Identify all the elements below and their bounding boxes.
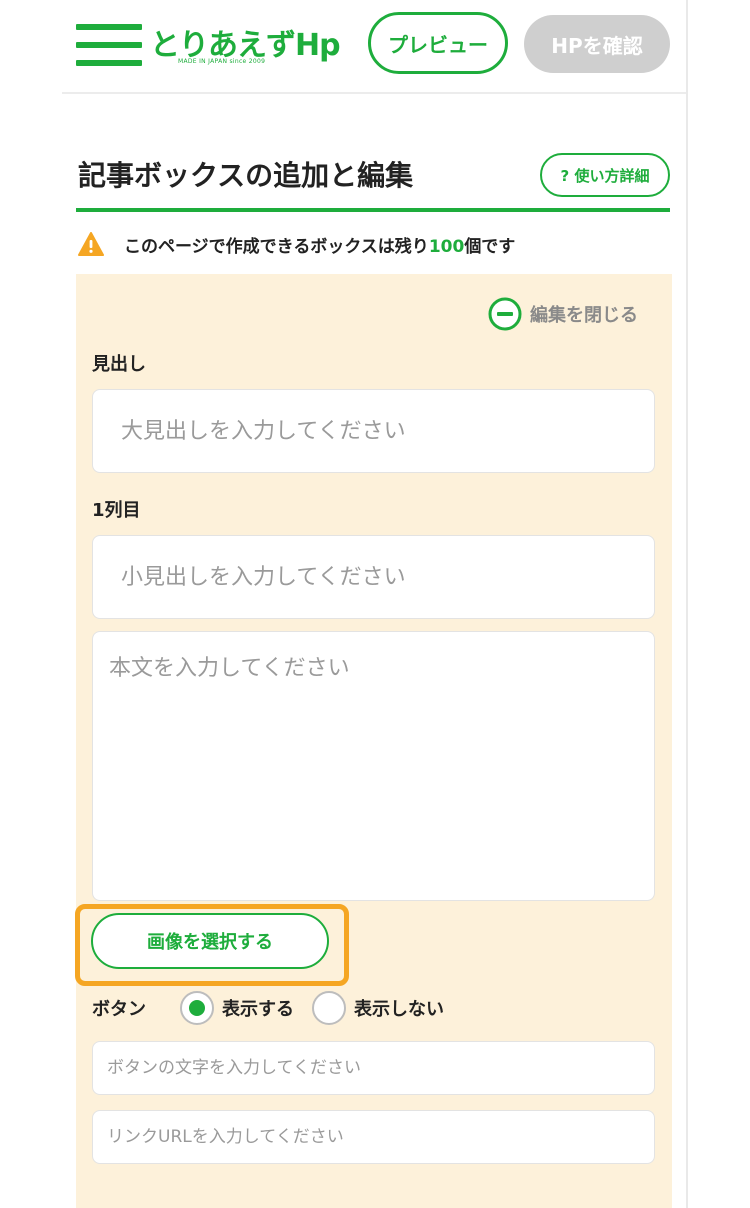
heading-label: 見出し: [92, 354, 146, 375]
logo[interactable]: とりあえずHp MADE IN JAPAN since 2009: [150, 20, 341, 72]
radio-selected-icon: [180, 991, 214, 1025]
radio-unselected-icon: [312, 991, 346, 1025]
subheading-input[interactable]: [92, 535, 655, 619]
close-edit-label: 編集を閉じる: [530, 305, 638, 326]
body-textarea[interactable]: [92, 631, 655, 901]
radio-hide-label: 表示しない: [354, 999, 444, 1020]
page-edge-divider: [686, 0, 688, 1208]
help-button[interactable]: ? 使い方詳細: [540, 153, 670, 197]
preview-button[interactable]: プレビュー: [368, 12, 508, 74]
hp-check-button[interactable]: HPを確認: [524, 15, 670, 73]
hamburger-icon[interactable]: [76, 24, 142, 66]
app-header: とりあえずHp MADE IN JAPAN since 2009 プレビュー H…: [0, 0, 686, 92]
title-underline: [76, 208, 670, 212]
link-url-input[interactable]: [92, 1110, 655, 1164]
header-divider: [62, 92, 686, 94]
radio-show-label: 表示する: [222, 999, 294, 1020]
column-1-label: 1列目: [92, 500, 141, 521]
page-title: 記事ボックスの追加と編集: [78, 159, 414, 192]
remaining-count: 100: [428, 236, 465, 257]
radio-hide[interactable]: 表示しない: [312, 991, 444, 1025]
select-image-button[interactable]: 画像を選択する: [91, 913, 329, 969]
warning-icon: [78, 232, 104, 256]
notice-text: このページで作成できるボックスは残り100個です: [124, 236, 516, 257]
heading-input[interactable]: [92, 389, 655, 473]
button-section-label: ボタン: [92, 999, 146, 1020]
button-visibility-group: ボタン 表示する 表示しない: [92, 988, 462, 1028]
close-edit-button[interactable]: 編集を閉じる: [488, 296, 638, 332]
minus-circle-icon: [488, 297, 522, 331]
box-limit-notice: このページで作成できるボックスは残り100個です: [78, 230, 515, 258]
button-text-input[interactable]: [92, 1041, 655, 1095]
radio-show[interactable]: 表示する: [180, 991, 294, 1025]
logo-tagline: MADE IN JAPAN since 2009: [178, 58, 266, 65]
